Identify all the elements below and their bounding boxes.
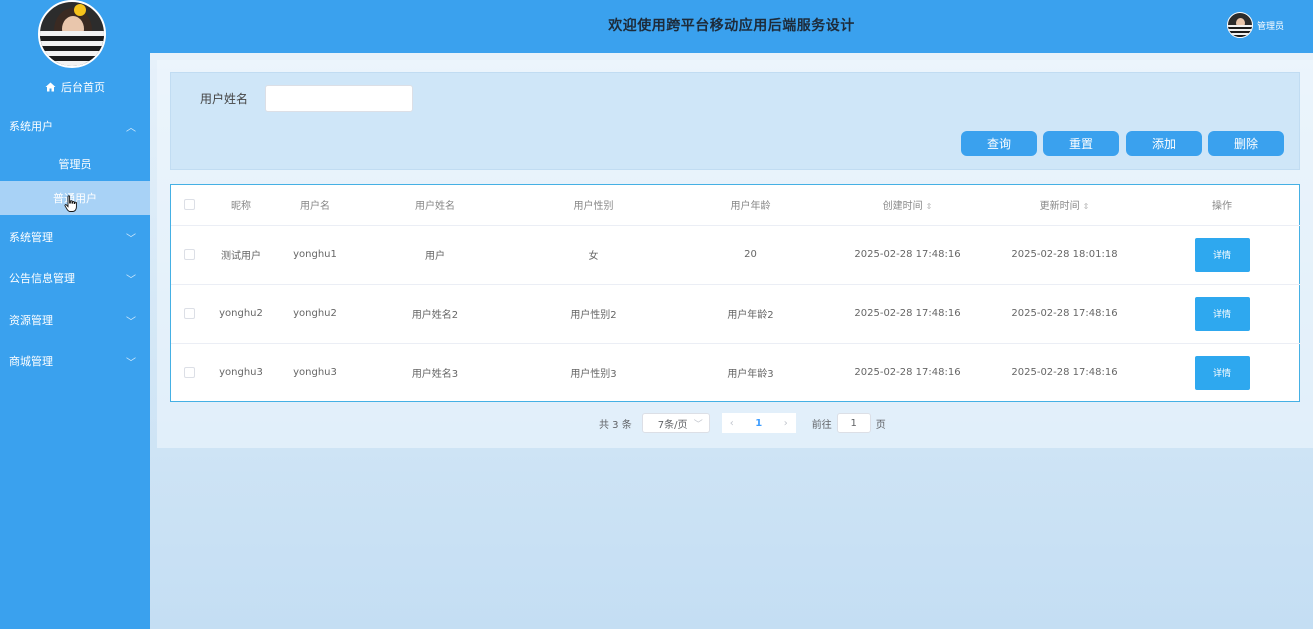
chevron-up-icon: ︿ xyxy=(126,122,136,134)
top-header: 欢迎使用跨平台移动应用后端服务设计 管理员 xyxy=(150,0,1313,53)
chevron-down-icon: ﹀ xyxy=(126,274,136,286)
hand-cursor-icon xyxy=(64,195,77,212)
cell-nickname: yonghu2 xyxy=(207,284,275,344)
chevron-right-icon: › xyxy=(783,417,788,429)
home-icon xyxy=(45,82,56,92)
table-row: yonghu3 yonghu3 用户姓名3 用户性别3 用户年龄3 2025-0… xyxy=(171,343,1301,402)
row-checkbox[interactable] xyxy=(183,307,195,319)
cell-updated: 2025-02-28 17:48:16 xyxy=(986,284,1143,344)
cell-age: 用户年龄3 xyxy=(727,369,774,381)
cell-age: 20 xyxy=(672,225,829,285)
page-jumper: 前往 页 xyxy=(812,413,886,433)
cell-gender: 女 xyxy=(515,225,672,285)
column-header-action: 操作 xyxy=(1143,185,1301,226)
sidebar-group-system-management[interactable]: 系统管理 ﹀ xyxy=(0,223,150,251)
cell-realname: 用户 xyxy=(355,225,515,285)
cell-gender: 用户性别2 xyxy=(515,284,672,344)
sort-icon[interactable]: ⇕ xyxy=(926,202,933,211)
cell-username: yonghu3 xyxy=(293,367,337,379)
column-header-age: 用户年龄 xyxy=(672,185,829,226)
sidebar-group-label: 资源管理 xyxy=(9,314,53,327)
sidebar-item-admin[interactable]: 管理员 xyxy=(0,147,150,181)
column-header-label: 更新时间 xyxy=(1039,201,1080,213)
chevron-down-icon: ﹀ xyxy=(693,419,703,430)
current-user-label[interactable]: 管理员 xyxy=(1257,19,1284,32)
select-all-cell xyxy=(171,185,207,226)
column-header-label: 创建时间 xyxy=(882,201,923,213)
reset-button[interactable]: 重置 xyxy=(1043,131,1119,156)
prev-page-button[interactable]: ‹ xyxy=(721,413,742,433)
sidebar-group-label: 商城管理 xyxy=(9,355,53,368)
search-field-label: 用户姓名 xyxy=(200,92,249,106)
table-row: yonghu2 yonghu2 用户姓名2 用户性别2 用户年龄2 2025-0… xyxy=(171,284,1301,344)
detail-button[interactable]: 详情 xyxy=(1194,237,1250,272)
column-header-created[interactable]: 创建时间 ⇕ xyxy=(829,185,986,226)
sidebar-group-label: 系统用户 xyxy=(9,120,53,133)
cell-created: 2025-02-28 17:48:16 xyxy=(829,284,986,344)
sidebar: 后台首页 系统用户 ︿ 管理员 普通用户 系统管理 ﹀ 公告信息管理 ﹀ 资源管… xyxy=(0,0,150,629)
delete-button[interactable]: 删除 xyxy=(1208,131,1284,156)
sidebar-avatar[interactable] xyxy=(38,0,106,68)
sidebar-group-system-users[interactable]: 系统用户 ︿ xyxy=(0,112,150,140)
chevron-left-icon: ‹ xyxy=(729,417,734,429)
sidebar-group-mall[interactable]: 商城管理 ﹀ xyxy=(0,347,150,375)
page-title: 欢迎使用跨平台移动应用后端服务设计 xyxy=(608,18,855,34)
cell-username: yonghu1 xyxy=(275,225,355,285)
add-button[interactable]: 添加 xyxy=(1126,131,1202,156)
sidebar-item-home-label: 后台首页 xyxy=(61,81,105,94)
cell-created: 2025-02-28 17:48:16 xyxy=(829,225,986,285)
search-panel: 用户姓名 查询 重置 添加 删除 xyxy=(170,72,1300,170)
cell-updated: 2025-02-28 17:48:16 xyxy=(1011,367,1118,379)
sidebar-group-label: 公告信息管理 xyxy=(9,272,75,285)
query-button[interactable]: 查询 xyxy=(961,131,1037,156)
row-checkbox[interactable] xyxy=(183,367,195,378)
detail-button[interactable]: 详情 xyxy=(1194,355,1250,390)
cell-realname: 用户姓名2 xyxy=(355,284,515,344)
cell-realname: 用户姓名3 xyxy=(411,369,459,381)
sidebar-group-announcements[interactable]: 公告信息管理 ﹀ xyxy=(0,264,150,292)
username-search-input[interactable] xyxy=(265,85,413,112)
cell-username: yonghu2 xyxy=(275,284,355,344)
goto-suffix: 页 xyxy=(875,419,886,431)
detail-button[interactable]: 详情 xyxy=(1194,296,1250,331)
pagination-total: 共 3 条 xyxy=(599,419,632,431)
column-header-nickname: 昵称 xyxy=(207,185,275,226)
cell-nickname: 测试用户 xyxy=(207,225,275,285)
column-header-username: 用户名 xyxy=(275,185,355,226)
table-row: 测试用户 yonghu1 用户 女 20 2025-02-28 17:48:16… xyxy=(171,225,1301,285)
table-header-row: 昵称 用户名 用户姓名 用户性别 用户年龄 创建时间 ⇕ 更新时间 ⇕ 操作 xyxy=(171,185,1301,226)
next-page-button[interactable]: › xyxy=(775,413,796,433)
column-header-realname: 用户姓名 xyxy=(355,185,515,226)
sidebar-item-label: 管理员 xyxy=(58,158,92,171)
cell-updated: 2025-02-28 18:01:18 xyxy=(986,225,1143,285)
pagination: 共 3 条 7条/页 ﹀ ‹ 1 › 前往 页 xyxy=(599,413,886,433)
chevron-down-icon: ﹀ xyxy=(126,316,136,328)
goto-prefix: 前往 xyxy=(811,419,832,431)
select-all-checkbox[interactable] xyxy=(183,199,195,210)
column-header-updated[interactable]: 更新时间 ⇕ xyxy=(986,185,1143,226)
sidebar-group-label: 系统管理 xyxy=(9,231,53,244)
page-size-value: 7条/页 xyxy=(657,419,688,431)
page-number[interactable]: 1 xyxy=(741,413,776,433)
cell-nickname: yonghu3 xyxy=(219,367,263,379)
page-size-select[interactable]: 7条/页 ﹀ xyxy=(641,413,710,433)
chevron-down-icon: ﹀ xyxy=(126,233,136,245)
user-table: 昵称 用户名 用户姓名 用户性别 用户年龄 创建时间 ⇕ 更新时间 ⇕ 操作 测试用… xyxy=(170,184,1301,402)
chevron-down-icon: ﹀ xyxy=(126,357,136,369)
row-checkbox[interactable] xyxy=(183,248,195,260)
cell-age: 用户年龄2 xyxy=(672,284,829,344)
sidebar-item-home[interactable]: 后台首页 xyxy=(0,78,150,96)
sidebar-group-resources[interactable]: 资源管理 ﹀ xyxy=(0,306,150,334)
user-avatar[interactable] xyxy=(1227,12,1253,38)
cell-created: 2025-02-28 17:48:16 xyxy=(854,367,961,379)
sort-icon[interactable]: ⇕ xyxy=(1083,202,1090,211)
column-header-gender: 用户性别 xyxy=(515,185,672,226)
cell-gender: 用户性别3 xyxy=(570,369,617,381)
goto-page-input[interactable] xyxy=(836,413,871,433)
